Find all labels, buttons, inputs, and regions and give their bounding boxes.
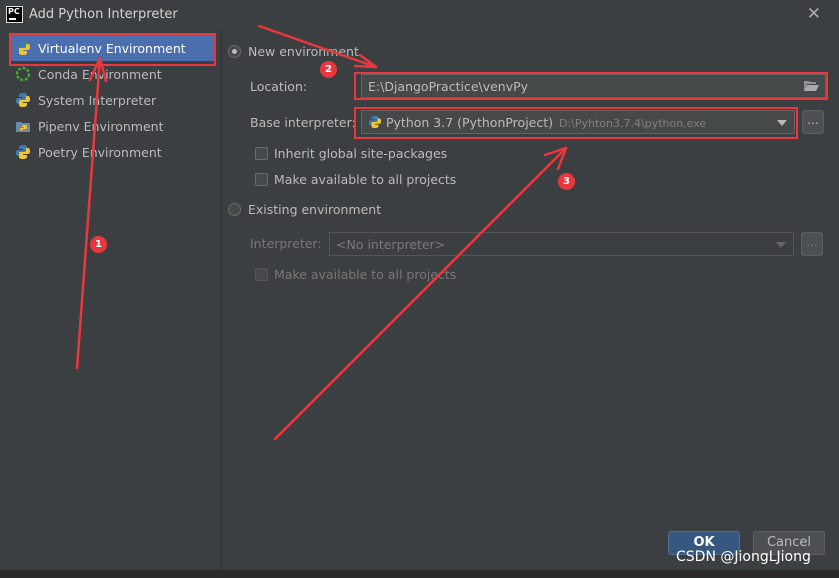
sidebar-item-pipenv[interactable]: Pipenv Environment	[9, 113, 215, 139]
annotation-marker-2: 2	[320, 61, 337, 78]
base-interpreter-select[interactable]: Python 3.7 (PythonProject) D:\Pyhton3.7.…	[361, 110, 795, 134]
chevron-down-icon	[776, 242, 786, 248]
chevron-down-icon	[777, 120, 787, 126]
environment-settings-panel: New environment Location: E:\DjangoPract…	[222, 30, 839, 578]
close-icon[interactable]: ✕	[807, 4, 821, 24]
make-available-checkbox[interactable]	[255, 173, 268, 186]
existing-environment-label: Existing environment	[248, 202, 382, 217]
browse-existing-interpreter-button[interactable]: ...	[801, 232, 823, 256]
browse-base-interpreter-button[interactable]: ...	[802, 110, 824, 134]
new-environment-label: New environment	[248, 44, 359, 59]
conda-icon	[15, 66, 31, 82]
python-icon	[16, 93, 30, 107]
existing-interpreter-select[interactable]: <No interpreter>	[329, 232, 794, 256]
sidebar-item-label: Conda Environment	[38, 66, 162, 82]
watermark: CSDN @JiongLJiong	[676, 549, 811, 565]
sidebar-item-label: Poetry Environment	[38, 144, 162, 160]
sidebar-item-conda[interactable]: Conda Environment	[9, 61, 215, 87]
python-icon	[16, 41, 30, 55]
existing-make-available-checkbox[interactable]	[255, 268, 268, 281]
sidebar-item-label: Pipenv Environment	[38, 118, 164, 134]
make-available-label: Make available to all projects	[274, 172, 457, 187]
annotation-marker-1: 1	[90, 236, 107, 253]
title-bar: PC Add Python Interpreter ✕	[0, 0, 839, 30]
bottom-strip	[0, 570, 839, 578]
interpreter-placeholder: <No interpreter>	[336, 237, 446, 252]
base-interpreter-path: D:\Pyhton3.7.4\python.exe	[559, 117, 707, 130]
sidebar-item-system[interactable]: System Interpreter	[9, 87, 215, 113]
sidebar-item-virtualenv[interactable]: Virtualenv Environment	[9, 35, 215, 61]
location-value: E:\DjangoPractice\venvPy	[368, 79, 529, 94]
inherit-global-checkbox[interactable]	[255, 147, 268, 160]
base-interpreter-label: Base interpreter:	[250, 115, 356, 130]
python-icon	[368, 115, 382, 129]
location-label: Location:	[250, 79, 308, 94]
inherit-global-label: Inherit global site-packages	[274, 146, 448, 161]
python-icon	[16, 145, 30, 159]
existing-make-available-label: Make available to all projects	[274, 267, 457, 282]
logo-text: PC	[8, 7, 20, 16]
sidebar-item-label: System Interpreter	[38, 92, 157, 108]
existing-environment-radio[interactable]	[228, 203, 241, 216]
dialog-title: Add Python Interpreter	[29, 7, 178, 22]
location-field[interactable]: E:\DjangoPractice\venvPy	[361, 74, 826, 98]
base-interpreter-name: Python 3.7 (PythonProject)	[386, 115, 554, 130]
sidebar-item-label: Virtualenv Environment	[38, 40, 186, 56]
folder-open-icon[interactable]	[804, 80, 819, 92]
sidebar-item-poetry[interactable]: Poetry Environment	[9, 139, 215, 165]
annotation-marker-3: 3	[558, 173, 575, 190]
environment-type-list: Virtualenv Environment Conda Environment…	[0, 30, 222, 578]
interpreter-label: Interpreter:	[250, 236, 322, 251]
new-environment-radio[interactable]	[228, 45, 241, 58]
pycharm-logo-icon: PC	[6, 6, 23, 23]
pipenv-icon	[16, 122, 30, 132]
